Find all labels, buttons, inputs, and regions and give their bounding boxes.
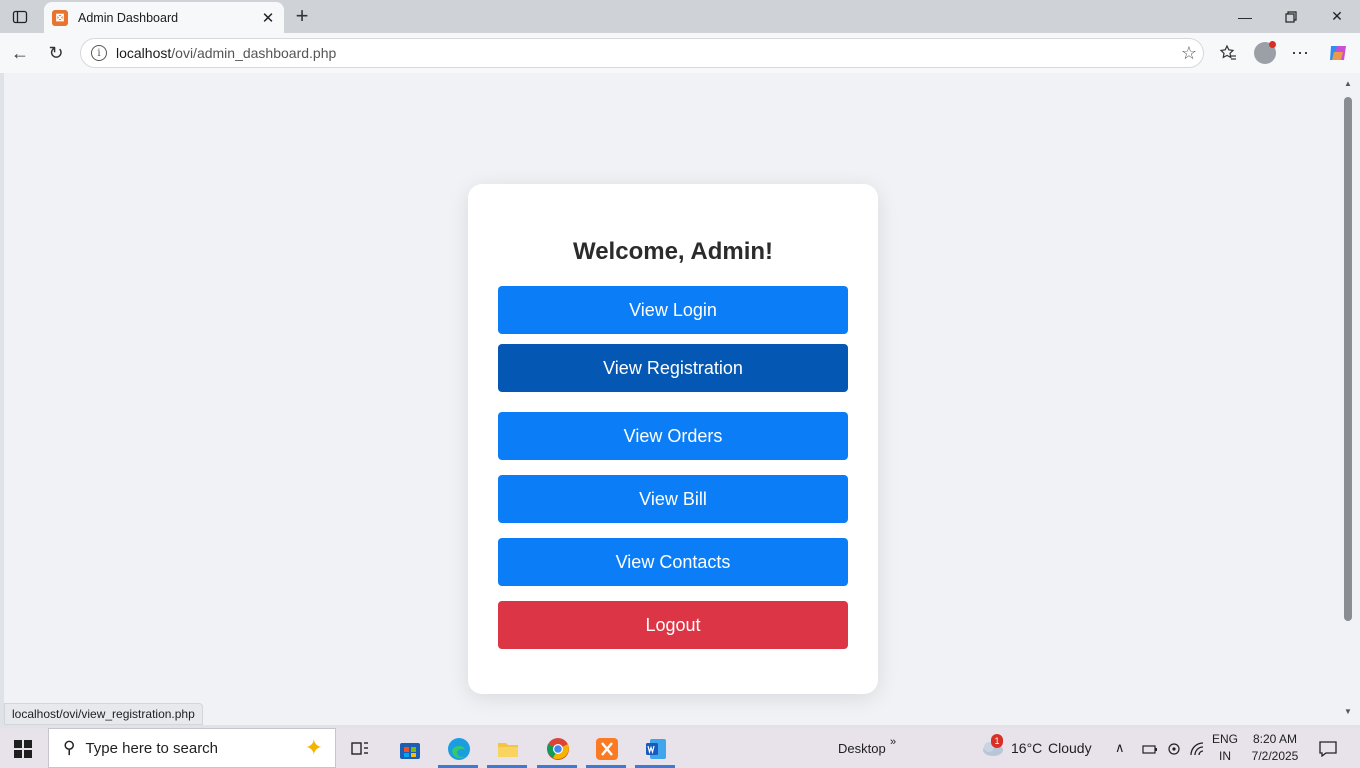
tab-close-icon[interactable]: ✕ — [260, 10, 276, 27]
favorite-star-icon[interactable]: ☆ — [1175, 43, 1203, 64]
site-info-icon[interactable]: i — [91, 45, 107, 61]
browser-titlebar: ⊠ Admin Dashboard ✕ + — ✕ — [0, 0, 1360, 33]
vertical-scrollbar[interactable]: ▲ ▼ — [1340, 73, 1360, 725]
view-orders-button[interactable]: View Orders — [498, 412, 848, 460]
notification-center-icon[interactable] — [1310, 734, 1346, 764]
taskbar-search-input[interactable]: ⚲ Type here to search ✦ — [48, 728, 336, 768]
favorites-icon[interactable] — [1214, 39, 1242, 67]
edge-icon[interactable] — [441, 734, 477, 764]
dashboard-card: Welcome, Admin! View Login View Registra… — [468, 184, 878, 694]
restore-icon[interactable] — [1268, 0, 1314, 33]
language-indicator[interactable]: ENG IN — [1210, 731, 1240, 765]
view-registration-button[interactable]: View Registration — [498, 344, 848, 392]
system-clock[interactable]: 8:20 AM 7/2/2025 — [1250, 731, 1300, 765]
page-title: Welcome, Admin! — [572, 238, 774, 265]
browser-tab-active[interactable]: ⊠ Admin Dashboard ✕ — [44, 2, 284, 33]
minimize-icon[interactable]: — — [1222, 0, 1268, 33]
url-host: localhost — [116, 45, 172, 61]
tab-title: Admin Dashboard — [78, 10, 179, 25]
tab-actions-icon[interactable] — [0, 0, 40, 33]
search-placeholder: Type here to search — [85, 739, 219, 757]
window-close-icon[interactable]: ✕ — [1314, 0, 1360, 33]
windows-start-icon[interactable] — [14, 740, 32, 758]
url-path: /ovi/admin_dashboard.php — [171, 45, 337, 61]
clock-time: 8:20 AM — [1252, 732, 1298, 746]
desktop-toolbar-label[interactable]: Desktop — [838, 728, 886, 768]
scroll-down-icon[interactable]: ▼ — [1344, 707, 1352, 716]
view-bill-button[interactable]: View Bill — [498, 475, 848, 523]
chrome-icon[interactable] — [540, 734, 576, 764]
file-explorer-icon[interactable] — [490, 734, 526, 764]
view-contacts-button[interactable]: View Contacts — [498, 538, 848, 586]
logout-button[interactable]: Logout — [498, 601, 848, 649]
toolbar-expand-icon[interactable]: » — [890, 722, 896, 762]
tray-overflow-icon[interactable]: ∧ — [1115, 728, 1125, 768]
windows-taskbar: ⚲ Type here to search ✦ Desktop » 1 16°C… — [0, 728, 1360, 768]
search-icon: ⚲ — [63, 738, 76, 757]
scroll-thumb[interactable] — [1344, 97, 1352, 621]
weather-badge: 1 — [991, 734, 1003, 748]
link-status-bar: localhost/ovi/view_registration.php — [4, 703, 203, 725]
address-bar[interactable]: i localhost/ovi/admin_dashboard.php ☆ — [80, 38, 1204, 68]
scroll-up-icon[interactable]: ▲ — [1344, 79, 1352, 88]
xampp-favicon-icon: ⊠ — [52, 9, 68, 26]
back-icon[interactable]: ← — [6, 39, 34, 67]
new-tab-icon[interactable]: + — [290, 3, 314, 28]
weather-temperature[interactable]: 16°C — [1011, 728, 1042, 768]
region-code: IN — [1219, 749, 1231, 763]
page-viewport: Welcome, Admin! View Login View Registra… — [4, 73, 1340, 725]
store-icon[interactable] — [392, 734, 428, 764]
browser-toolbar: ← ↻ i localhost/ovi/admin_dashboard.php … — [0, 33, 1360, 73]
clock-date: 7/2/2025 — [1251, 749, 1299, 763]
language-code: ENG — [1211, 732, 1238, 746]
word-icon[interactable] — [638, 734, 674, 764]
xampp-icon[interactable] — [589, 734, 625, 764]
search-highlight-icon: ✦ — [304, 735, 323, 760]
url-text[interactable]: localhost/ovi/admin_dashboard.php — [116, 45, 1175, 61]
more-menu-icon[interactable]: ⋯ — [1286, 39, 1314, 67]
reload-icon[interactable]: ↻ — [42, 39, 70, 67]
task-view-icon[interactable] — [342, 734, 378, 764]
profile-notification-dot — [1269, 41, 1276, 48]
view-login-button[interactable]: View Login — [498, 286, 848, 334]
weather-description[interactable]: Cloudy — [1048, 728, 1092, 768]
copilot-icon[interactable] — [1324, 39, 1352, 67]
